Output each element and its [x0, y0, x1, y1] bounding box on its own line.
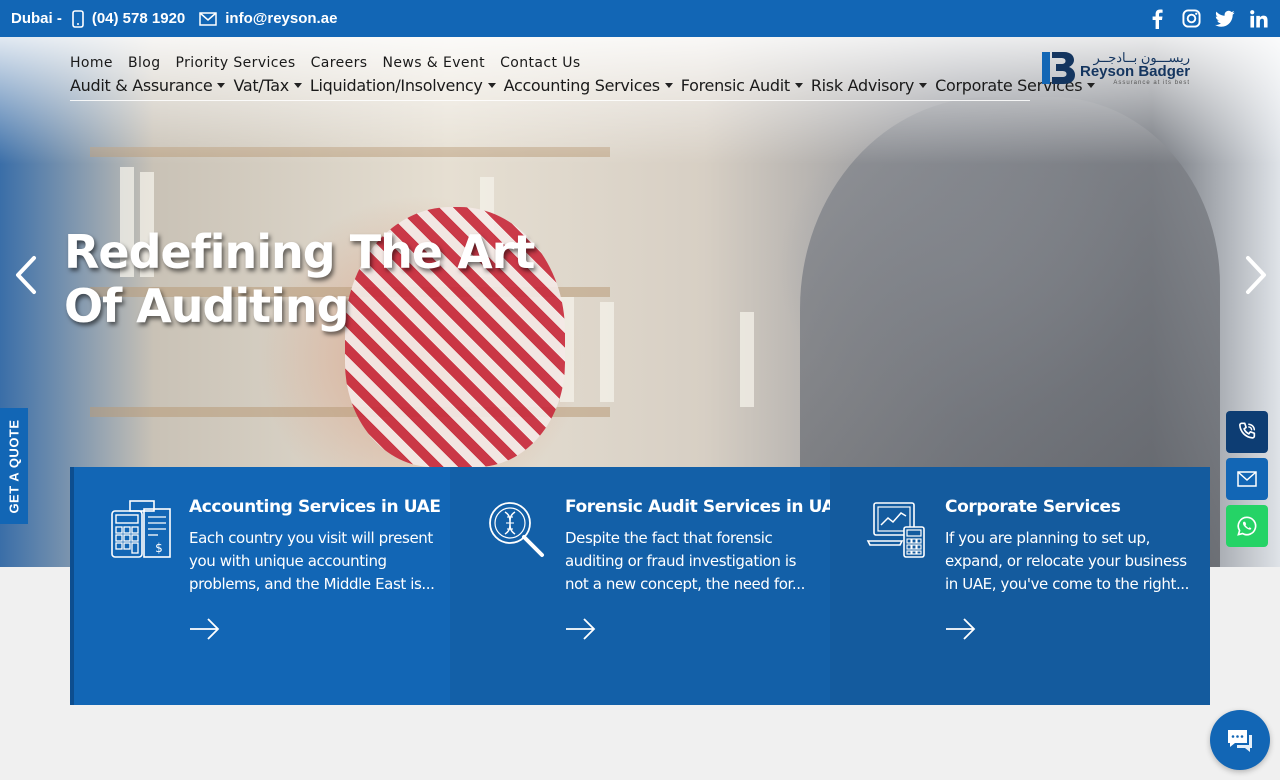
whatsapp-button[interactable]: [1226, 505, 1268, 547]
nav-label: Risk Advisory: [810, 76, 915, 95]
nav-label: Accounting Services: [503, 76, 661, 95]
caret-down-icon: [217, 83, 226, 88]
nav-careers[interactable]: Careers: [311, 55, 368, 71]
svg-text:$: $: [155, 541, 163, 555]
instagram-icon[interactable]: [1181, 9, 1201, 29]
envelope-icon: [199, 11, 217, 26]
top-contact-bar: Dubai - (04) 578 1920 info@reyson.ae: [0, 0, 1280, 37]
hero-title-line1: Redefining The Art: [64, 225, 535, 279]
nav-label: Liquidation/Insolvency: [309, 76, 483, 95]
nav-forensic-audit[interactable]: Forensic Audit: [681, 76, 803, 95]
get-a-quote-label: GET A QUOTE: [6, 418, 22, 514]
nav-risk-advisory[interactable]: Risk Advisory: [810, 76, 928, 95]
caret-down-icon: [664, 83, 673, 88]
nav-news-event[interactable]: News & Event: [383, 55, 486, 71]
company-logo[interactable]: ريســـون بــادجــر Reyson Badger Assuran…: [1042, 50, 1190, 86]
mobile-phone-icon: [72, 9, 84, 28]
linkedin-icon[interactable]: [1249, 9, 1269, 29]
chat-bubble-icon: [1228, 730, 1252, 752]
card-text: Each country you visit will present you …: [189, 529, 435, 593]
nav-liquidation-insolvency[interactable]: Liquidation/Insolvency: [310, 76, 496, 95]
logo-tagline: Assurance at its best: [1113, 79, 1191, 86]
facebook-icon[interactable]: [1147, 9, 1167, 29]
live-chat-button[interactable]: [1210, 710, 1270, 770]
card-title: Accounting Services in UAE: [189, 497, 441, 517]
caret-down-icon: [919, 83, 928, 88]
card-title: Corporate Services: [945, 497, 1121, 517]
nav-home[interactable]: Home: [70, 55, 113, 71]
arrow-right-icon[interactable]: [565, 617, 597, 641]
location-label: Dubai -: [11, 10, 62, 27]
slider-prev-arrow[interactable]: [6, 245, 46, 305]
calculator-invoice-icon: $: [111, 500, 171, 558]
hero-title-line2: Of Auditing: [64, 279, 350, 333]
nav-accounting-services[interactable]: Accounting Services: [504, 76, 673, 95]
caret-down-icon: [487, 83, 496, 88]
twitter-icon[interactable]: [1215, 9, 1235, 29]
phone-link[interactable]: (04) 578 1920: [92, 10, 185, 27]
caret-down-icon: [794, 83, 803, 88]
laptop-chart-icon: [866, 502, 925, 558]
card-text: Despite the fact that forensic auditing …: [565, 529, 806, 593]
card-forensic-audit[interactable]: Forensic Audit Services in UAE Despite t…: [450, 467, 846, 705]
nav-audit-assurance[interactable]: Audit & Assurance: [70, 76, 226, 95]
caret-down-icon: [293, 83, 302, 88]
phone-call-icon: [1239, 422, 1256, 439]
services-nav: Audit & Assurance Vat/Tax Liquidation/In…: [70, 76, 1096, 101]
nav-label: Audit & Assurance: [70, 76, 213, 95]
email-button[interactable]: [1226, 458, 1268, 500]
card-corporate-services[interactable]: Corporate Services If you are planning t…: [830, 467, 1210, 705]
magnifier-dna-icon: [489, 502, 544, 557]
logo-english-text: Reyson Badger: [1080, 62, 1191, 80]
email-link[interactable]: info@reyson.ae: [225, 10, 337, 27]
logo-arabic-text: ريســـون بــادجــر: [1093, 49, 1191, 65]
nav-contact-us[interactable]: Contact Us: [500, 55, 580, 71]
envelope-icon: [1237, 471, 1257, 487]
logo-mark-icon: [1042, 52, 1075, 84]
call-button[interactable]: [1226, 411, 1268, 453]
card-title: Forensic Audit Services in UAE: [565, 497, 846, 517]
nav-label: Forensic Audit: [680, 76, 790, 95]
whatsapp-icon: [1237, 516, 1257, 536]
nav-label: Vat/Tax: [233, 76, 289, 95]
primary-nav: Home Blog Priority Services Careers News…: [70, 55, 581, 71]
slider-next-arrow[interactable]: [1236, 245, 1276, 305]
hero-title: Redefining The Art Of Auditing: [64, 225, 564, 333]
nav-priority-services[interactable]: Priority Services: [176, 55, 296, 71]
arrow-right-icon[interactable]: [189, 617, 221, 641]
get-a-quote-tab[interactable]: GET A QUOTE: [0, 408, 28, 524]
service-cards: $ Accounting Services in UAE Each countr…: [70, 467, 1210, 705]
nav-vat-tax[interactable]: Vat/Tax: [233, 76, 302, 95]
card-accounting-services[interactable]: $ Accounting Services in UAE Each countr…: [70, 467, 450, 705]
arrow-right-icon[interactable]: [945, 617, 977, 641]
card-text: If you are planning to set up, expand, o…: [945, 529, 1190, 593]
nav-blog[interactable]: Blog: [128, 55, 161, 71]
